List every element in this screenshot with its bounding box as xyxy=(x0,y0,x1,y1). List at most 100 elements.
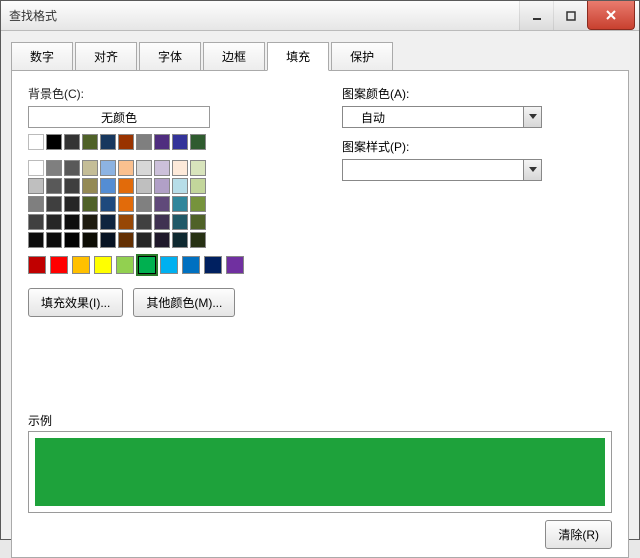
color-swatch[interactable] xyxy=(118,214,134,230)
color-swatch[interactable] xyxy=(154,160,170,176)
minimize-button[interactable] xyxy=(519,1,553,30)
pattern-color-value: 自动 xyxy=(361,109,385,126)
color-swatch[interactable] xyxy=(46,196,62,212)
color-swatch[interactable] xyxy=(64,232,80,248)
color-swatch[interactable] xyxy=(172,134,188,150)
color-swatch[interactable] xyxy=(50,256,68,274)
tab-font[interactable]: 字体 xyxy=(139,42,201,71)
color-swatch[interactable] xyxy=(154,214,170,230)
color-swatch[interactable] xyxy=(204,256,222,274)
color-swatch[interactable] xyxy=(82,196,98,212)
chevron-down-icon xyxy=(523,160,541,180)
color-swatch[interactable] xyxy=(116,256,134,274)
color-swatch[interactable] xyxy=(28,196,44,212)
color-swatch[interactable] xyxy=(136,160,152,176)
color-swatch[interactable] xyxy=(82,214,98,230)
example-preview xyxy=(28,431,612,513)
color-swatch[interactable] xyxy=(154,232,170,248)
dialog-window: 查找格式 数字 对齐 字体 边框 填充 保护 背景色(C): 无颜色 xyxy=(0,0,640,540)
color-swatch[interactable] xyxy=(100,214,116,230)
pattern-style-dropdown[interactable] xyxy=(342,159,542,181)
background-color-label: 背景色(C): xyxy=(28,85,288,102)
color-swatch[interactable] xyxy=(100,160,116,176)
color-swatch[interactable] xyxy=(172,178,188,194)
tab-border[interactable]: 边框 xyxy=(203,42,265,71)
color-swatch[interactable] xyxy=(46,214,62,230)
tab-protection[interactable]: 保护 xyxy=(331,42,393,71)
color-swatch[interactable] xyxy=(154,196,170,212)
more-colors-button[interactable]: 其他颜色(M)... xyxy=(133,288,235,317)
color-palette xyxy=(28,134,288,274)
color-swatch[interactable] xyxy=(28,160,44,176)
color-swatch[interactable] xyxy=(136,214,152,230)
background-color-section: 背景色(C): 无颜色 填充效果(I)... 其他颜色(M)... xyxy=(28,85,288,317)
color-swatch[interactable] xyxy=(82,160,98,176)
color-swatch[interactable] xyxy=(136,178,152,194)
color-swatch[interactable] xyxy=(64,178,80,194)
pattern-color-label: 图案颜色(A): xyxy=(342,85,552,102)
tab-page-fill: 背景色(C): 无颜色 填充效果(I)... 其他颜色(M)... xyxy=(11,70,629,558)
color-swatch[interactable] xyxy=(94,256,112,274)
tab-strip: 数字 对齐 字体 边框 填充 保护 xyxy=(11,41,629,70)
pattern-color-dropdown[interactable]: 自动 xyxy=(342,106,542,128)
color-swatch[interactable] xyxy=(118,196,134,212)
chevron-down-icon xyxy=(523,107,541,127)
tab-fill[interactable]: 填充 xyxy=(267,42,329,71)
color-swatch[interactable] xyxy=(226,256,244,274)
color-swatch[interactable] xyxy=(46,232,62,248)
color-swatch[interactable] xyxy=(190,196,206,212)
color-swatch[interactable] xyxy=(28,256,46,274)
color-swatch[interactable] xyxy=(64,134,80,150)
tab-alignment[interactable]: 对齐 xyxy=(75,42,137,71)
window-controls xyxy=(519,1,639,30)
color-swatch[interactable] xyxy=(64,214,80,230)
color-swatch[interactable] xyxy=(190,160,206,176)
color-swatch[interactable] xyxy=(46,160,62,176)
color-swatch[interactable] xyxy=(118,160,134,176)
color-swatch[interactable] xyxy=(100,232,116,248)
color-swatch[interactable] xyxy=(28,134,44,150)
tab-number[interactable]: 数字 xyxy=(11,42,73,71)
color-swatch[interactable] xyxy=(72,256,90,274)
color-swatch[interactable] xyxy=(100,178,116,194)
color-swatch[interactable] xyxy=(28,178,44,194)
color-swatch[interactable] xyxy=(118,232,134,248)
color-swatch[interactable] xyxy=(172,232,188,248)
color-swatch[interactable] xyxy=(136,134,152,150)
color-swatch[interactable] xyxy=(28,232,44,248)
fill-effects-button[interactable]: 填充效果(I)... xyxy=(28,288,123,317)
color-swatch[interactable] xyxy=(136,196,152,212)
color-swatch[interactable] xyxy=(46,134,62,150)
color-swatch[interactable] xyxy=(118,178,134,194)
color-swatch[interactable] xyxy=(138,256,156,274)
maximize-button[interactable] xyxy=(553,1,587,30)
color-swatch[interactable] xyxy=(172,214,188,230)
color-swatch[interactable] xyxy=(100,134,116,150)
clear-button[interactable]: 清除(R) xyxy=(545,520,612,549)
example-fill xyxy=(35,438,605,506)
color-swatch[interactable] xyxy=(190,134,206,150)
color-swatch[interactable] xyxy=(82,232,98,248)
color-swatch[interactable] xyxy=(172,160,188,176)
color-swatch[interactable] xyxy=(100,196,116,212)
color-swatch[interactable] xyxy=(46,178,62,194)
color-swatch[interactable] xyxy=(190,232,206,248)
color-swatch[interactable] xyxy=(154,134,170,150)
color-swatch[interactable] xyxy=(154,178,170,194)
color-swatch[interactable] xyxy=(28,214,44,230)
pattern-section: 图案颜色(A): 自动 图案样式(P): xyxy=(342,85,552,317)
color-swatch[interactable] xyxy=(64,160,80,176)
color-swatch[interactable] xyxy=(64,196,80,212)
color-swatch[interactable] xyxy=(136,232,152,248)
close-button[interactable] xyxy=(587,1,635,30)
color-swatch[interactable] xyxy=(190,178,206,194)
no-color-button[interactable]: 无颜色 xyxy=(28,106,210,128)
example-label: 示例 xyxy=(28,412,52,429)
color-swatch[interactable] xyxy=(160,256,178,274)
color-swatch[interactable] xyxy=(118,134,134,150)
color-swatch[interactable] xyxy=(190,214,206,230)
color-swatch[interactable] xyxy=(82,178,98,194)
color-swatch[interactable] xyxy=(172,196,188,212)
color-swatch[interactable] xyxy=(82,134,98,150)
color-swatch[interactable] xyxy=(182,256,200,274)
